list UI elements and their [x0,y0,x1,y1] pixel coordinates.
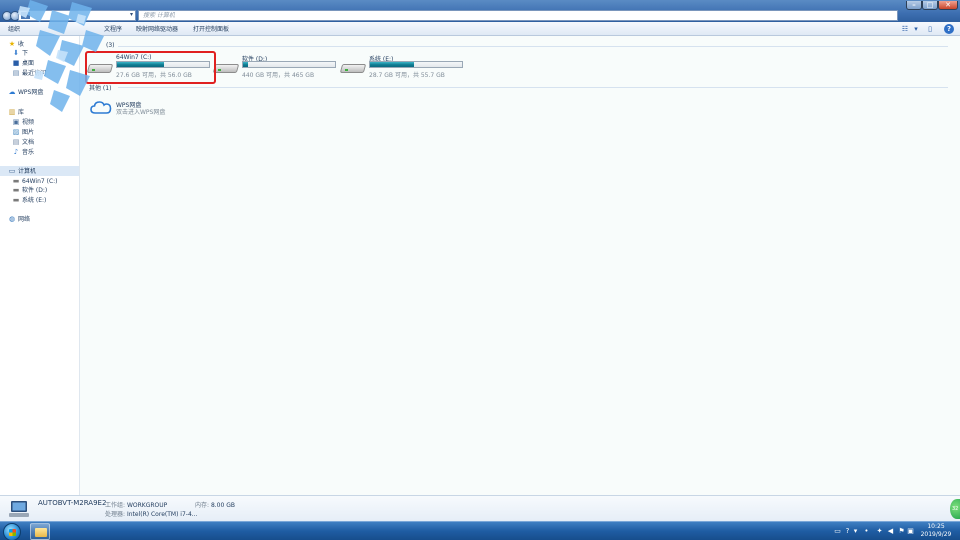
map-network-drive-button[interactable]: 映射网络驱动器 [136,25,178,34]
address-dropdown-icon[interactable]: ▾ [130,11,133,18]
maximize-icon: □ [926,1,934,9]
nav-pictures[interactable]: ▨ 图片 [12,128,34,137]
action-center-flag-icon[interactable]: ⚑ [898,527,905,535]
selection-highlight-box [85,51,216,84]
drive-icon: ▬ [12,196,20,204]
nav-network[interactable]: ◍ 网络 [8,215,30,224]
group-divider [118,87,948,88]
drive-tile-e[interactable]: 系统 (E:) 28.7 GB 可用，共 55.7 GB [339,54,465,84]
clock-time: 10:25 [927,523,945,530]
computer-icon [9,501,29,517]
system-clock[interactable]: 10:25 2019/9/29 [916,523,956,539]
address-bar[interactable]: ▾ [18,10,136,21]
organize-menu[interactable]: 组织 [8,25,20,34]
taskbar: ▭ ? ▾ • ✦ ◀ ⚑ ▣ 10:25 2019/9/29 [0,521,960,540]
search-input[interactable]: 搜索 计算机 [138,10,898,21]
start-button[interactable] [3,523,21,540]
maximize-button[interactable]: □ [922,1,938,10]
nav-drive-c[interactable]: ▬ 64Win7 (C:) [12,177,58,186]
taskbar-explorer[interactable] [30,523,50,540]
cloud-icon: ☁ [8,88,16,96]
speed-badge[interactable]: 32 [950,499,960,519]
nav-drive-e[interactable]: ▬ 系统 (E:) [12,196,47,205]
computer-icon: ▭ [8,167,16,175]
drive-free-space: 28.7 GB 可用，共 55.7 GB [369,72,445,79]
tray-help-icon[interactable]: ? [844,527,851,535]
network-icon: ◍ [8,215,16,223]
nav-videos[interactable]: ▣ 视频 [12,118,34,127]
other-group-header[interactable]: 其他 (1) [89,83,111,92]
memory-row: 内存: 8.00 GB [195,500,235,509]
nav-downloads[interactable]: ⬇ 下 [12,49,28,58]
close-icon: ✕ [945,1,951,9]
tray-dot-icon[interactable]: • [863,527,870,535]
drive-tile-d[interactable]: 软件 (D:) 440 GB 可用，共 465 GB [212,54,338,84]
tray-keyboard-icon[interactable]: ▭ [834,527,841,535]
computer-name: AUTOBVT-M2RA9E2 [38,499,107,507]
workgroup-label: 工作组: [105,502,126,509]
drives-group-header[interactable]: (3) [106,42,115,49]
star-icon: ★ [8,40,16,48]
minimize-icon: – [912,1,916,9]
nav-documents[interactable]: ▤ 文档 [12,138,34,147]
command-bar: 组织 文程序 映射网络驱动器 打开控制面板 ☷ ▾ ▯ ? [0,22,960,36]
close-button[interactable]: ✕ [938,1,958,10]
nav-desktop[interactable]: ■ 桌面 [12,59,34,68]
hard-drive-icon [212,60,240,74]
nav-libraries[interactable]: ▥ 库 [8,108,24,117]
tray-expand-icon[interactable]: ▾ [852,527,859,535]
nav-drive-d[interactable]: ▬ 软件 (D:) [12,186,48,195]
nav-recent[interactable]: ▤ 最近访问 [12,69,46,78]
cpu-row: 处理器: Intel(R) Core(TM) i7-4... [105,509,198,518]
memory-label: 内存: [195,502,210,509]
memory-value: 8.00 GB [210,502,235,509]
drive-usage-fill [243,62,248,67]
preview-pane-icon[interactable]: ▯ [925,24,935,34]
drive-usage-fill [370,62,415,67]
video-icon: ▣ [12,118,20,126]
network-tray-icon[interactable]: ▣ [907,527,914,535]
recent-places-icon: ▤ [12,69,20,77]
view-options-icon[interactable]: ☷ [900,24,910,34]
library-icon: ▥ [8,108,16,116]
workgroup-row: 工作组: WORKGROUP [105,500,167,509]
download-icon: ⬇ [13,49,19,57]
cpu-label: 处理器: [105,511,126,518]
clock-date: 2019/9/29 [920,531,952,538]
cloud-icon [90,101,112,114]
workgroup-value: WORKGROUP [126,502,168,509]
group-divider [118,46,948,47]
picture-icon: ▨ [12,128,20,136]
volume-icon[interactable]: ◀ [887,527,894,535]
minimize-button[interactable]: – [906,1,922,10]
uninstall-program-button[interactable]: 文程序 [104,25,122,34]
nav-computer[interactable]: ▭ 计算机 [8,167,36,176]
hard-drive-icon [339,60,367,74]
open-control-panel-button[interactable]: 打开控制面板 [193,25,229,34]
view-dropdown-icon[interactable]: ▾ [911,24,921,34]
desktop-icon: ■ [12,59,20,67]
drive-icon: ▬ [12,186,20,194]
details-pane: AUTOBVT-M2RA9E2 工作组: WORKGROUP 内存: 8.00 … [0,495,960,521]
document-icon: ▤ [12,138,20,146]
help-icon[interactable]: ? [944,24,954,34]
drive-usage-bar [369,61,463,68]
cpu-value: Intel(R) Core(TM) i7-4... [126,511,198,518]
tray-app-icon[interactable]: ✦ [876,527,883,535]
window-title-bar: ▾ 搜索 计算机 – □ ✕ [0,0,960,22]
nav-music[interactable]: ♪ 音乐 [12,148,34,157]
folder-icon [35,528,47,537]
drive-usage-bar [242,61,336,68]
drive-icon: ▬ [12,177,20,185]
wps-cloud-desc: 双击进入WPS网盘 [116,109,166,116]
drive-free-space: 440 GB 可用，共 465 GB [242,72,315,79]
music-icon: ♪ [13,148,19,156]
nav-wps-cloud[interactable]: ☁ WPS网盘 [8,88,44,97]
windows-logo-icon [9,529,16,536]
navigation-pane: ★ 收 ⬇ 下 ■ 桌面 ▤ 最近访问 ☁ WPS网盘 ▥ 库 ▣ 视频 ▨ 图片 ▤ 文档 ♪ 音… [0,36,80,496]
nav-favorites[interactable]: ★ 收 [8,40,24,49]
computer-icon [21,12,30,19]
